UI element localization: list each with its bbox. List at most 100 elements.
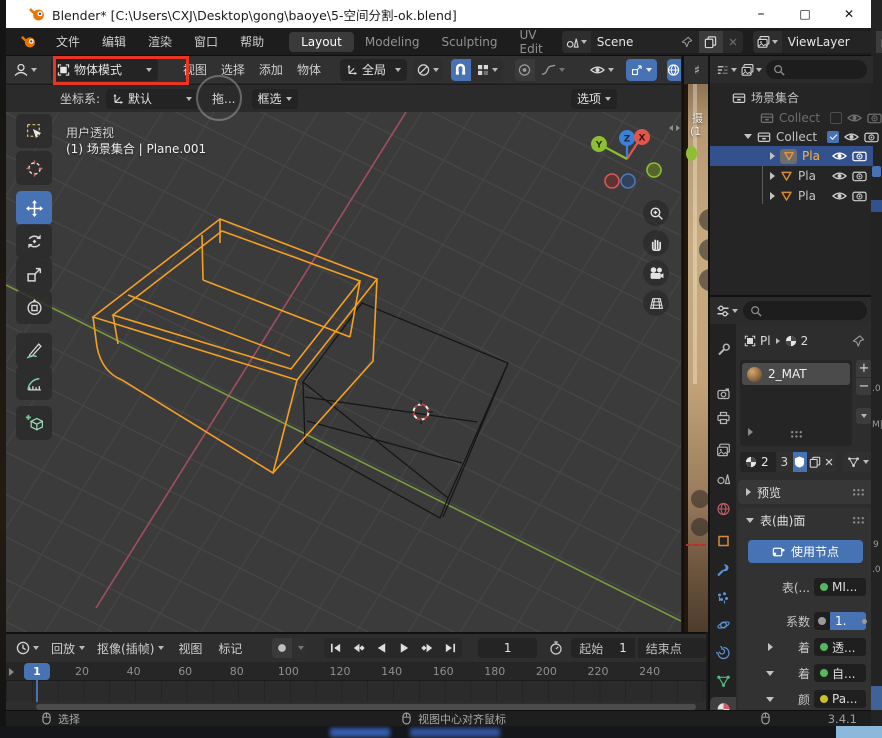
scene-name-field[interactable]: Scene (591, 31, 699, 53)
tool-annotate[interactable] (16, 333, 52, 367)
exclude-checkbox[interactable] (830, 112, 842, 124)
tool-select-box[interactable] (16, 114, 52, 148)
viewlayer-name-field[interactable]: ViewLayer (782, 31, 876, 53)
slot-remove-button[interactable]: − (856, 378, 871, 395)
hide-eye-icon[interactable] (832, 149, 847, 163)
proportional-falloff-dropdown[interactable] (536, 59, 570, 81)
outliner-row-object[interactable]: Pla (710, 186, 873, 205)
viewlayer-duplicate-button[interactable] (876, 31, 882, 53)
tab-layout[interactable]: Layout (289, 32, 354, 52)
disclosure-right-icon[interactable] (768, 643, 773, 651)
properties-search-input[interactable] (743, 301, 867, 320)
viewport-camera-view-button[interactable] (643, 260, 669, 286)
slot-list-resize-icon[interactable] (748, 428, 753, 436)
title-bar[interactable]: Blender* [C:\Users\CXJ\Desktop\gong\baoy… (6, 0, 871, 28)
timeline-ruler[interactable]: 20406080100120140160180200220240 1 (6, 662, 706, 681)
pin-icon[interactable] (852, 334, 865, 348)
breadcrumb-material[interactable]: 2 (801, 334, 809, 348)
tool-cursor[interactable] (16, 151, 52, 185)
tab-output[interactable] (710, 406, 736, 430)
new-material-button[interactable] (808, 452, 822, 472)
previous-keyframe-button[interactable] (347, 638, 370, 658)
visibility-dropdown[interactable] (590, 63, 614, 77)
hide-eye-icon[interactable] (844, 130, 859, 144)
outliner-row-collection-excluded[interactable]: Collect (710, 108, 873, 127)
use-nodes-button[interactable]: 使用节点 (748, 540, 863, 563)
outliner-display-mode-dropdown[interactable] (716, 63, 737, 77)
outliner-row-scene-collection[interactable]: 场景集合 (710, 88, 873, 107)
drag-handle-dots[interactable] (852, 488, 865, 496)
minimize-button[interactable]: – (739, 0, 783, 28)
pin-icon[interactable] (681, 35, 693, 49)
next-keyframe-button[interactable] (416, 638, 439, 658)
users-count-button[interactable]: 3 (777, 452, 793, 472)
color-socket-dropdown[interactable]: Pa... (814, 690, 866, 708)
tab-sculpting[interactable]: Sculpting (430, 32, 508, 52)
tab-scene[interactable] (710, 466, 736, 490)
disclosure-down-icon[interactable] (766, 697, 774, 702)
tool-move[interactable] (16, 191, 52, 225)
disclosure-down-icon[interactable] (744, 134, 752, 139)
slot-add-button[interactable]: + (856, 360, 871, 377)
snap-with-dropdown[interactable] (472, 59, 503, 81)
jump-to-start-button[interactable] (324, 638, 347, 658)
tab-constraints[interactable] (710, 641, 736, 665)
disclosure-right-icon[interactable] (770, 192, 775, 200)
render-visibility-icon[interactable] (852, 169, 867, 183)
tab-view-layer[interactable] (710, 438, 736, 462)
timeline-markers-menu[interactable]: 标记 (218, 640, 242, 657)
play-reverse-button[interactable] (370, 638, 393, 658)
coord-system-dropdown[interactable]: 默认 (106, 89, 198, 109)
outliner-row-object-active[interactable]: Pla (710, 146, 873, 166)
maximize-button[interactable]: □ (783, 0, 827, 28)
factor-socket[interactable] (814, 612, 830, 630)
stopwatch-icon[interactable] (549, 641, 563, 655)
menu-edit[interactable]: 编辑 (102, 33, 126, 50)
disclosure-right-icon[interactable] (770, 172, 775, 180)
scene-duplicate-button[interactable] (699, 31, 723, 53)
blender-menu-icon[interactable] (20, 34, 37, 49)
hide-eye-icon[interactable] (832, 169, 847, 183)
playhead-line[interactable] (36, 678, 38, 702)
options-dropdown[interactable]: 选项 (571, 89, 617, 109)
decorator-dot[interactable] (862, 619, 867, 624)
breadcrumb-object[interactable]: Pl (760, 334, 771, 348)
outliner-row-object[interactable]: Pla (710, 166, 873, 185)
drag-handle-dots[interactable] (852, 516, 865, 524)
drag-handle-dots[interactable] (790, 430, 803, 438)
nodetree-dropdown[interactable] (843, 452, 871, 472)
scene-unlink-button[interactable] (723, 31, 743, 53)
select-tool-dropdown[interactable]: 框选 (252, 89, 298, 109)
render-visibility-icon[interactable] (852, 189, 867, 203)
playback-menu[interactable]: 回放 (51, 640, 85, 657)
keying-menu[interactable]: 抠像(插帧) (97, 640, 164, 657)
tab-world[interactable] (710, 497, 736, 521)
render-visibility-icon[interactable] (867, 111, 882, 125)
pivot-point-dropdown[interactable] (413, 59, 443, 81)
disclosure-down-icon[interactable] (766, 671, 774, 676)
play-button[interactable] (393, 638, 416, 658)
outliner-search-input[interactable] (766, 60, 867, 79)
shader-socket-dropdown[interactable]: MI... (814, 578, 866, 596)
proportional-editing-toggle[interactable] (515, 59, 535, 81)
hide-eye-icon[interactable] (832, 189, 847, 203)
shader-socket-dropdown[interactable]: 透... (814, 638, 866, 656)
viewport-ortho-toggle-button[interactable] (643, 290, 669, 316)
viewport-pan-button[interactable] (643, 230, 669, 256)
properties-editor-type-button[interactable] (716, 304, 738, 318)
timeline-view-menu[interactable]: 视图 (178, 640, 202, 657)
panel-preview[interactable]: 预览 (738, 480, 871, 504)
close-button[interactable]: ✕ (827, 0, 871, 28)
region-expand-icon[interactable] (9, 668, 14, 676)
viewport-zoom-button[interactable] (643, 200, 669, 226)
tool-transform[interactable] (16, 290, 52, 324)
material-slot-active[interactable]: 2_MAT (742, 363, 850, 385)
slot-specials-button[interactable] (856, 408, 871, 424)
panel-surface-header[interactable]: 表(曲)面 (738, 508, 871, 532)
gizmos-dropdown[interactable] (626, 59, 657, 81)
tab-material[interactable] (710, 697, 736, 710)
frame-start-field[interactable]: 起始 1 (571, 638, 635, 658)
keying-set-dropdown[interactable] (294, 638, 308, 658)
timeline-tracks[interactable] (6, 681, 706, 702)
tool-rotate[interactable] (16, 224, 52, 258)
